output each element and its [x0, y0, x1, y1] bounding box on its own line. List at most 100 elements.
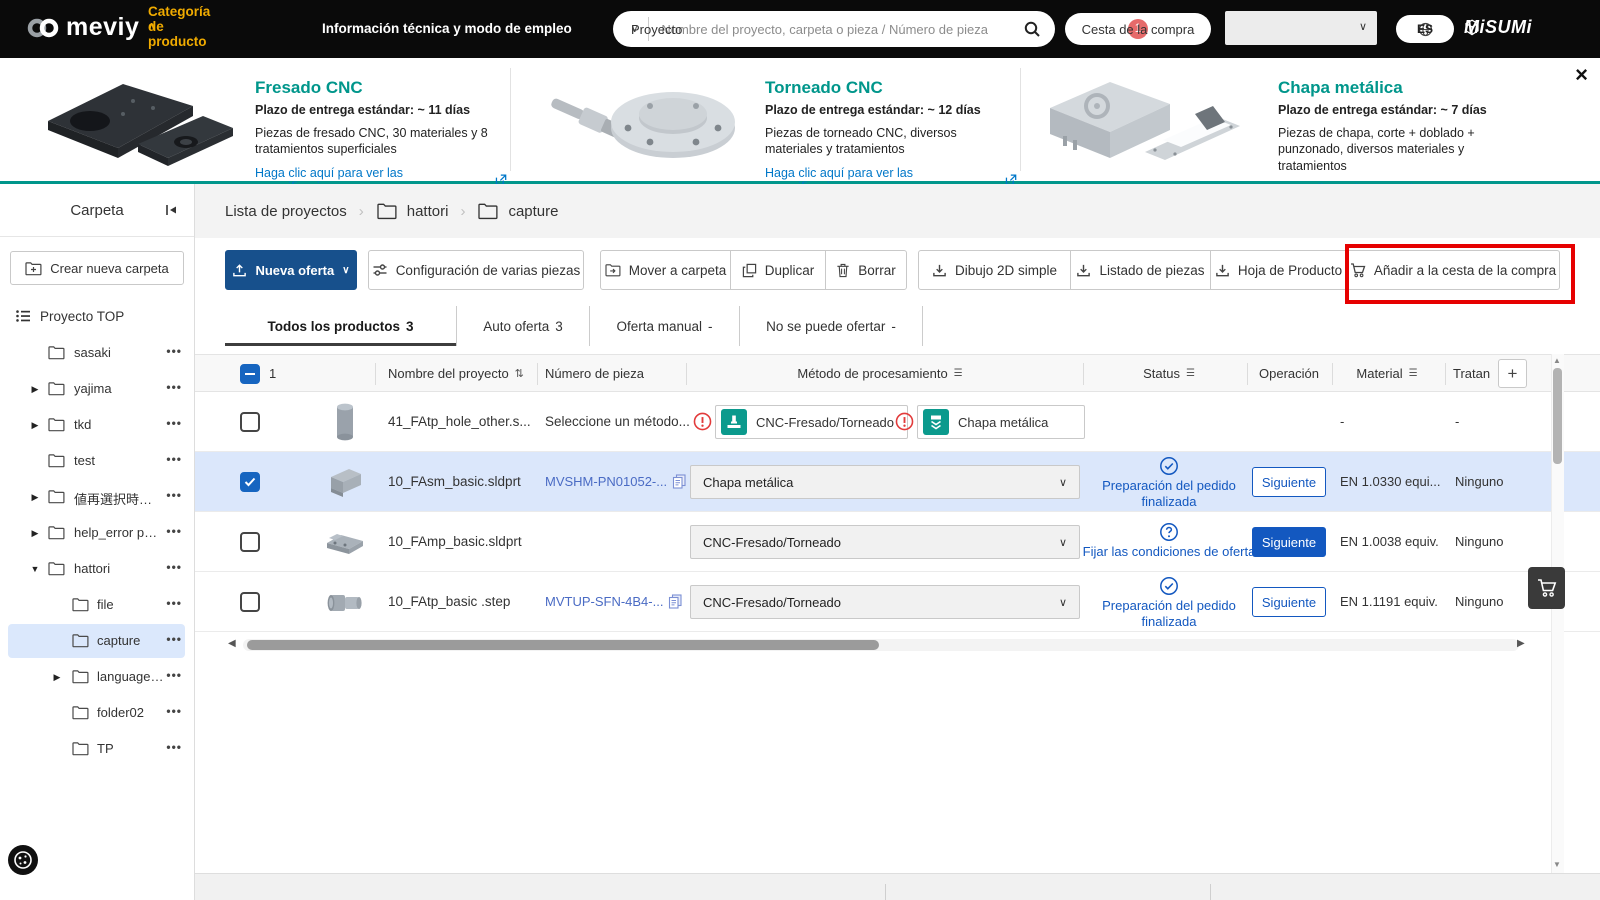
expand-arrow-icon[interactable]: ▶ [30, 528, 40, 539]
next-button[interactable]: Siguiente [1252, 467, 1326, 497]
sidebar-item-project-top[interactable]: Proyecto TOP [0, 301, 194, 331]
expand-arrow-icon[interactable]: ▶ [30, 384, 40, 395]
tab-all-products[interactable]: Todos los productos3 [225, 306, 457, 346]
folder-menu-icon[interactable]: ••• [166, 632, 182, 646]
method-option-sheetmetal-button[interactable]: Chapa metálica [917, 405, 1085, 439]
folder-menu-icon[interactable]: ••• [166, 488, 182, 502]
scroll-left-icon[interactable]: ◀ [228, 638, 236, 649]
new-offer-button[interactable]: Nueva oferta ∨ [225, 250, 357, 290]
row-checkbox[interactable] [240, 412, 260, 432]
duplicate-button[interactable]: Duplicar [731, 251, 826, 289]
column-header-material[interactable]: Material ☰ [1356, 366, 1417, 381]
delete-button[interactable]: Borrar [826, 251, 906, 289]
part-number-link[interactable]: MVSHM-PN01052-... [545, 474, 686, 489]
cookie-settings-button[interactable] [8, 845, 38, 875]
main-content: Lista de proyectos › hattori › capture N… [195, 184, 1600, 900]
column-header-name[interactable]: Nombre del proyecto ⇅ [388, 366, 524, 381]
sidebar-item-folder02[interactable]: folder02 ••• [0, 695, 194, 731]
method-select[interactable]: CNC-Fresado/Torneado ∨ [690, 525, 1080, 559]
add-to-cart-button[interactable]: Añadir a la cesta de la compra [1347, 251, 1559, 289]
multi-part-config-button[interactable]: Configuración de varias piezas [368, 250, 584, 290]
sheetmetal-parts-image [1035, 66, 1245, 174]
banner-close-button[interactable]: × [1575, 64, 1588, 86]
method-select[interactable]: CNC-Fresado/Torneado ∨ [690, 585, 1080, 619]
next-button[interactable]: Siguiente [1252, 587, 1326, 617]
collapse-sidebar-icon[interactable] [164, 203, 178, 217]
sidebar-item-yajima[interactable]: ▶ yajima ••• [0, 371, 194, 407]
meviy-logo[interactable]: meviy [26, 13, 139, 42]
folder-menu-icon[interactable]: ••• [166, 740, 182, 754]
row-checkbox[interactable] [240, 472, 260, 492]
sidebar-item-help-error[interactable]: ▶ help_error p… ••• [0, 515, 194, 551]
scroll-down-icon[interactable]: ▼ [1553, 860, 1561, 869]
floating-cart-button[interactable] [1528, 567, 1565, 609]
move-to-folder-button[interactable]: Mover a carpeta [601, 251, 731, 289]
horizontal-scrollbar-thumb[interactable] [247, 640, 879, 650]
copy-icon[interactable] [672, 474, 686, 489]
sidebar-item-saisentaku[interactable]: ▶ 値再選択時の… ••• [0, 479, 194, 515]
scroll-up-icon[interactable]: ▲ [1553, 356, 1561, 365]
sidebar-item-language[interactable]: ▶ language… ••• [0, 659, 194, 695]
tab-manual-quote[interactable]: Oferta manual- [590, 306, 740, 346]
language-button[interactable]: ES [1396, 15, 1454, 43]
status-link[interactable]: Fijar las condiciones de oferta [1083, 544, 1256, 560]
error-icon [895, 412, 914, 431]
method-select[interactable]: Chapa metálica ∨ [690, 465, 1080, 499]
sidebar-item-file[interactable]: file ••• [0, 587, 194, 623]
vertical-scrollbar-thumb[interactable] [1553, 368, 1562, 464]
filter-icon[interactable]: ☰ [1409, 368, 1418, 379]
breadcrumb-project-list[interactable]: Lista de proyectos [225, 203, 347, 220]
sort-icon[interactable]: ⇅ [515, 367, 524, 380]
folder-menu-icon[interactable]: ••• [166, 416, 182, 430]
chevron-down-icon: ∨ [1059, 596, 1067, 609]
sidebar-item-sasaki[interactable]: sasaki ••• [0, 335, 194, 371]
expand-arrow-icon[interactable]: ▶ [30, 420, 40, 431]
sidebar-item-tkd[interactable]: ▶ tkd ••• [0, 407, 194, 443]
nav-product-category[interactable]: Categoría de producto ∧ [148, 21, 155, 32]
folder-menu-icon[interactable]: ••• [166, 596, 182, 610]
nav-technical-info[interactable]: Información técnica y modo de empleo [322, 21, 572, 36]
expand-arrow-icon[interactable]: ▶ [30, 492, 40, 503]
product-sheet-button[interactable]: Hoja de Producto [1211, 251, 1347, 289]
copy-icon[interactable] [668, 594, 682, 609]
folder-menu-icon[interactable]: ••• [166, 524, 182, 538]
search-input[interactable] [649, 22, 1023, 37]
column-header-treatment: Tratan [1453, 366, 1490, 381]
row-checkbox[interactable] [240, 532, 260, 552]
collapse-arrow-icon[interactable]: ▼ [30, 564, 40, 574]
filter-icon[interactable]: ☰ [1186, 368, 1195, 379]
sidebar-item-tp[interactable]: TP ••• [0, 731, 194, 767]
scroll-right-icon[interactable]: ▶ [1517, 638, 1525, 649]
sidebar-item-hattori[interactable]: ▼ hattori ••• [0, 551, 194, 587]
account-select[interactable]: ∨ [1225, 11, 1377, 45]
column-header-status[interactable]: Status ☰ [1143, 366, 1195, 381]
select-all-checkbox[interactable] [240, 364, 260, 384]
breadcrumb-folder-hattori[interactable]: hattori [376, 202, 449, 220]
column-header-method[interactable]: Método de procesamiento ☰ [797, 366, 962, 381]
folder-menu-icon[interactable]: ••• [166, 560, 182, 574]
chevron-right-icon: › [359, 203, 364, 220]
sidebar-item-capture[interactable]: capture ••• [0, 623, 194, 659]
add-column-button[interactable]: + [1498, 359, 1527, 388]
folder-menu-icon[interactable]: ••• [166, 452, 182, 466]
search-icon[interactable] [1023, 20, 1041, 38]
cart-button[interactable]: Cesta de la compra 1 [1065, 13, 1211, 45]
breadcrumb-folder-capture[interactable]: capture [477, 202, 558, 220]
tab-not-quotable[interactable]: No se puede ofertar- [740, 306, 923, 346]
parts-list-button[interactable]: Listado de piezas [1071, 251, 1211, 289]
search-scope-select[interactable]: Proyecto ∨ [613, 24, 648, 35]
simple-2d-drawing-button[interactable]: Dibujo 2D simple [919, 251, 1071, 289]
folder-menu-icon[interactable]: ••• [166, 344, 182, 358]
filter-icon[interactable]: ☰ [954, 368, 963, 379]
folder-menu-icon[interactable]: ••• [166, 380, 182, 394]
tab-auto-quote[interactable]: Auto oferta3 [457, 306, 590, 346]
part-number-link[interactable]: MVTUP-SFN-4B4-... [545, 594, 682, 609]
create-folder-button[interactable]: Crear nueva carpeta [10, 251, 184, 285]
method-option-milling-button[interactable]: CNC-Fresado/Torneado [715, 405, 908, 439]
row-checkbox[interactable] [240, 592, 260, 612]
next-button[interactable]: Siguiente [1252, 527, 1326, 557]
sidebar-item-test[interactable]: test ••• [0, 443, 194, 479]
folder-menu-icon[interactable]: ••• [166, 704, 182, 718]
expand-arrow-icon[interactable]: ▶ [52, 672, 62, 683]
folder-menu-icon[interactable]: ••• [166, 668, 182, 682]
